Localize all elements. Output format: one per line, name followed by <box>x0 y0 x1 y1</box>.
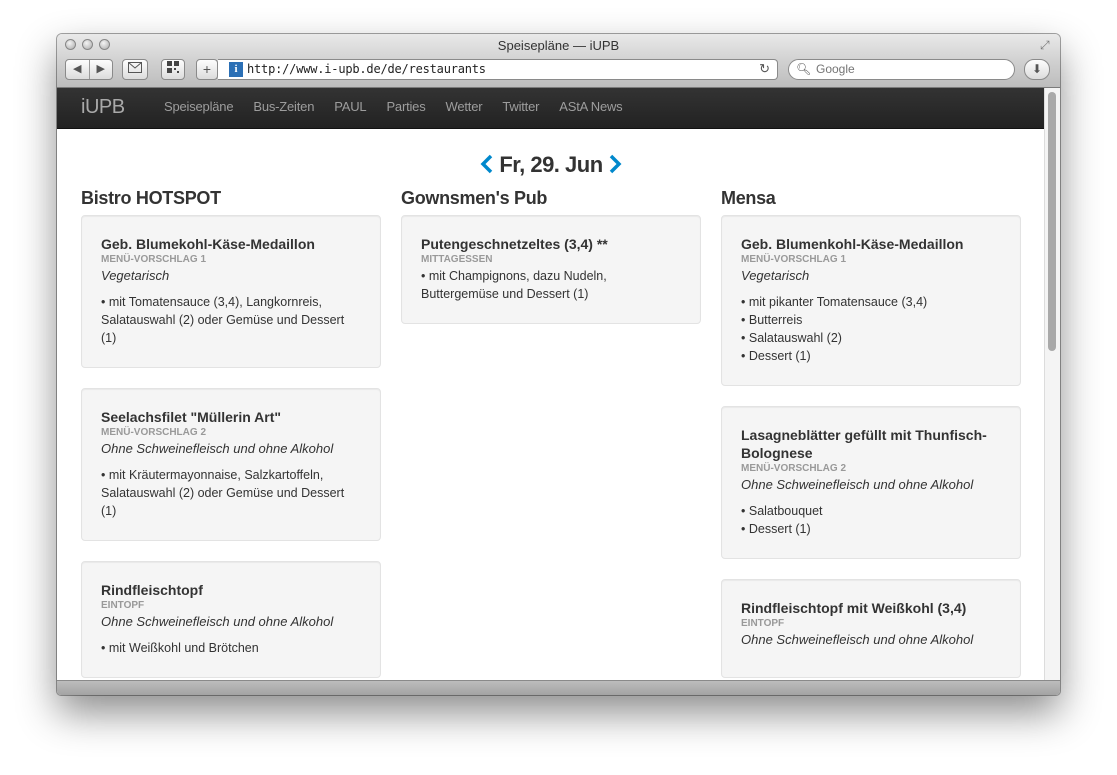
dish-items: mit Champignons, dazu Nudeln, Buttergemü… <box>421 267 681 303</box>
restaurant-name: Gownsmen's Pub <box>401 188 548 208</box>
date-navigation: Fr, 29. Jun <box>57 152 1045 178</box>
dish-category: MITTAGESSEN <box>421 254 493 265</box>
vertical-scrollbar[interactable] <box>1044 88 1060 681</box>
site-info-icon[interactable]: i <box>229 62 243 77</box>
dish-item: mit Kräutermayonnaise, Salzkartoffeln, S… <box>101 466 361 520</box>
dish-items: mit Tomatensauce (3,4), Langkornreis, Sa… <box>101 293 361 347</box>
dish-category: MENÜ-VORSCHLAG 1 <box>101 254 207 265</box>
downloads-icon[interactable]: ⬇ <box>1024 59 1050 80</box>
restaurant-name: Bistro HOTSPOT <box>81 188 221 208</box>
scrollbar-thumb[interactable] <box>1048 92 1056 351</box>
dish-category: EINTOPF <box>101 600 145 611</box>
dish-item: mit Champignons, dazu Nudeln, Buttergemü… <box>421 267 681 303</box>
nav-link-parties[interactable]: Parties <box>376 88 435 126</box>
dish-item: Butterreis <box>741 311 1001 329</box>
dish-items: mit pikanter Tomatensauce (3,4)Butterrei… <box>741 293 1001 365</box>
dish-card: Lasagneblätter gefüllt mit Thunfisch-Bol… <box>721 406 1021 559</box>
dish-item: Salatbouquet <box>741 502 1001 520</box>
address-bar[interactable]: i http://www.i-upb.de/de/restaurants ↻ <box>218 59 778 80</box>
current-date: Fr, 29. Jun <box>499 152 603 177</box>
dish-note: Ohne Schweinefleisch und ohne Alkohol <box>741 477 974 492</box>
dish-card: Rindfleischtopf EINTOPF Ohne Schweinefleis… <box>81 561 381 678</box>
search-input[interactable] <box>816 62 996 76</box>
dish-title: Geb. Blumekohl-Käse-Medaillon <box>101 236 315 252</box>
search-field[interactable]: 🔍︎ <box>788 59 1015 80</box>
qr-code-icon[interactable] <box>161 59 185 80</box>
nav-link-twitter[interactable]: Twitter <box>492 88 549 126</box>
browser-toolbar: Speisepläne — iUPB ⤢ ◀ ▶ + i http://www.… <box>57 34 1060 88</box>
restaurant-column: Bistro HOTSPOT Geb. Blumekohl-Käse-Medail… <box>81 187 381 681</box>
dish-category: MENÜ-VORSCHLAG 2 <box>101 427 207 438</box>
dish-card: Geb. Blumekohl-Käse-Medaillon MENÜ-VORSCH… <box>81 215 381 368</box>
dish-title: Seelachsfilet "Müllerin Art" <box>101 409 282 425</box>
dish-note: Vegetarisch <box>101 268 170 283</box>
dish-title: Rindfleischtopf <box>101 582 203 598</box>
dish-note: Ohne Schweinefleisch und ohne Alkohol <box>741 632 974 647</box>
forward-button[interactable]: ▶ <box>90 60 113 79</box>
dish-category: MENÜ-VORSCHLAG 1 <box>741 254 847 265</box>
search-icon[interactable]: 🔍︎ <box>796 62 811 76</box>
dish-card: Putengeschnetzeltes (3,4) ** MITTAGESSEN m… <box>401 215 701 324</box>
dish-title: Putengeschnetzeltes (3,4) ** <box>421 236 608 252</box>
dish-item: mit pikanter Tomatensauce (3,4) <box>741 293 1001 311</box>
brand-logo[interactable]: iUPB <box>81 96 125 119</box>
restaurant-column: Gownsmen's Pub Putengeschnetzeltes (3,4) … <box>401 187 701 344</box>
restaurant-column: Mensa Geb. Blumenkohl-Käse-Medaillon MENÜ-… <box>721 187 1021 681</box>
mail-icon[interactable] <box>122 59 148 80</box>
dish-items: mit Kräutermayonnaise, Salzkartoffeln, S… <box>101 466 361 520</box>
fullscreen-icon[interactable]: ⤢ <box>1040 38 1054 52</box>
dish-item: Dessert (1) <box>741 347 1001 365</box>
dish-items: mit Weißkohl und Brötchen <box>101 639 361 657</box>
dish-item: Salatauswahl (2) <box>741 329 1001 347</box>
dish-item: mit Tomatensauce (3,4), Langkornreis, Sa… <box>101 293 361 347</box>
add-bookmark-button[interactable]: + <box>196 59 218 80</box>
dish-card: Seelachsfilet "Müllerin Art" MENÜ-VORSCHL… <box>81 388 381 541</box>
dish-note: Ohne Schweinefleisch und ohne Alkohol <box>101 614 334 629</box>
back-forward-control: ◀ ▶ <box>65 59 113 80</box>
dish-item: Dessert (1) <box>741 520 1001 538</box>
site-navbar: iUPB Speisepläne Bus-Zeiten PAUL Parties Wet… <box>57 88 1045 129</box>
dish-item: mit Weißkohl und Brötchen <box>101 639 361 657</box>
restaurant-name: Mensa <box>721 188 776 208</box>
nav-links: Speisepläne Bus-Zeiten PAUL Parties Wetter Tw… <box>154 88 632 126</box>
nav-link-wetter[interactable]: Wetter <box>436 88 493 126</box>
dish-note: Ohne Schweinefleisch und ohne Alkohol <box>101 441 334 456</box>
nav-link-paul[interactable]: PAUL <box>324 88 376 126</box>
browser-window: Speisepläne — iUPB ⤢ ◀ ▶ + i http://www.… <box>57 34 1060 695</box>
nav-link-asta-news[interactable]: AStA News <box>549 88 632 126</box>
dish-category: MENÜ-VORSCHLAG 2 <box>741 463 847 474</box>
dish-note: Vegetarisch <box>741 268 810 283</box>
nav-link-bus-zeiten[interactable]: Bus-Zeiten <box>243 88 324 126</box>
dish-items: SalatbouquetDessert (1) <box>741 502 1001 538</box>
reload-icon[interactable]: ↻ <box>759 61 770 77</box>
dish-card: Geb. Blumenkohl-Käse-Medaillon MENÜ-VORSC… <box>721 215 1021 386</box>
dish-title: Lasagneblätter gefüllt mit Thunfisch-Bol… <box>741 427 987 461</box>
dish-title: Rindfleischtopf mit Weißkohl (3,4) <box>741 600 967 616</box>
page-content: Fr, 29. Jun Bistro HOTSPOT Geb. Blumekohl… <box>57 129 1045 681</box>
next-day-chevron-right-icon[interactable] <box>608 152 622 178</box>
dish-title: Geb. Blumenkohl-Käse-Medaillon <box>741 236 964 252</box>
dish-category: EINTOPF <box>741 618 785 629</box>
window-title: Speisepläne — iUPB <box>497 38 620 53</box>
nav-link-speisepläne[interactable]: Speisepläne <box>154 88 243 126</box>
url-text[interactable]: http://www.i-upb.de/de/restaurants <box>247 62 486 76</box>
previous-day-chevron-left-icon[interactable] <box>480 152 494 178</box>
dish-card: Rindfleischtopf mit Weißkohl (3,4) EINTOP… <box>721 579 1021 678</box>
window-bottom-bar <box>57 680 1060 695</box>
back-button[interactable]: ◀ <box>66 60 90 79</box>
